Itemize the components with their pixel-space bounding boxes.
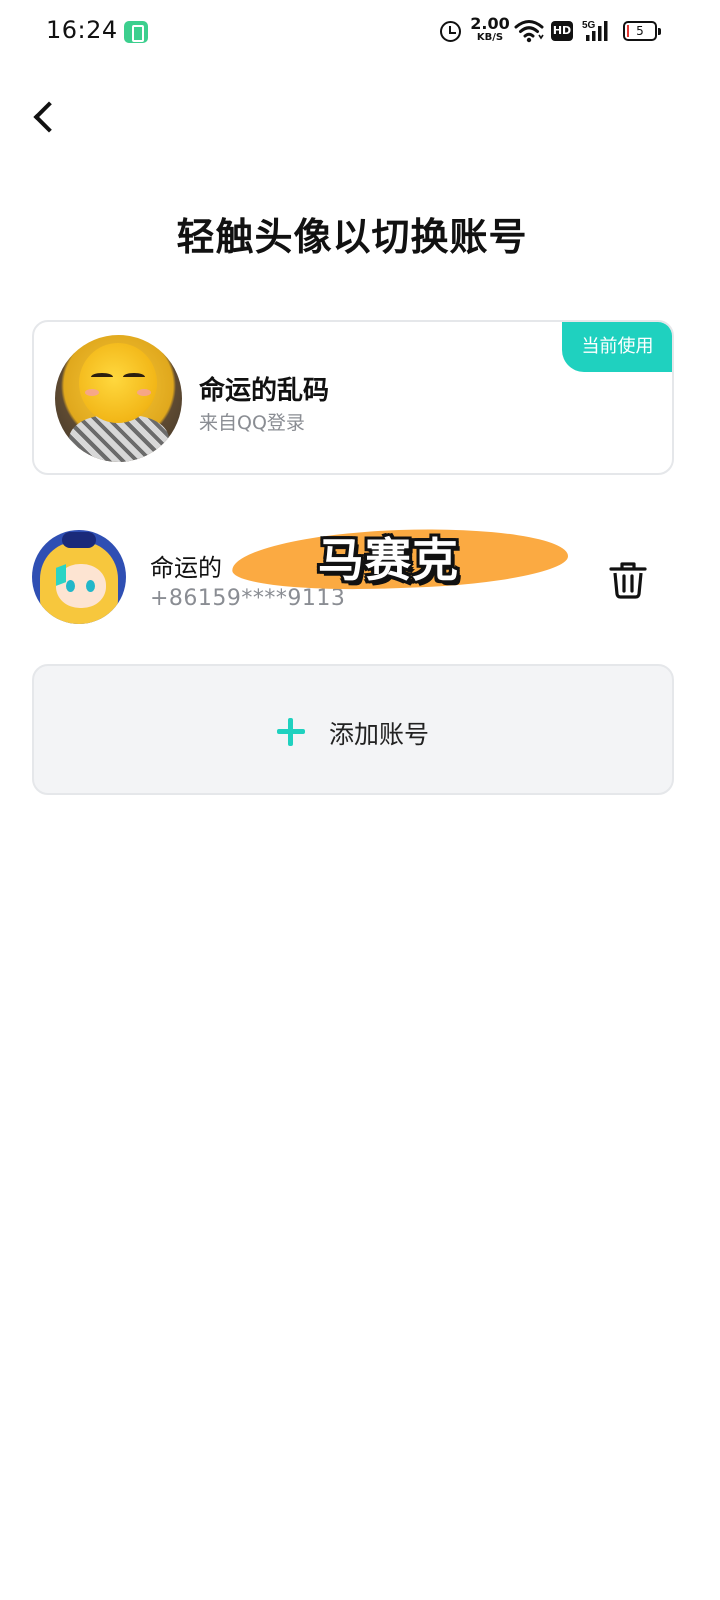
network-speed: 2.00 KB/S bbox=[470, 16, 510, 43]
wifi-icon bbox=[514, 20, 544, 43]
add-account-button[interactable]: 添加账号 bbox=[32, 664, 674, 795]
login-source: 来自QQ登录 bbox=[199, 412, 305, 434]
status-icons: 2.00 KB/S HD 5G 5 bbox=[420, 0, 720, 64]
avatar[interactable] bbox=[55, 335, 182, 462]
avatar[interactable] bbox=[32, 530, 126, 624]
alarm-icon bbox=[440, 21, 461, 42]
add-account-label: 添加账号 bbox=[329, 720, 430, 749]
mosaic-censor-overlay: 马赛克 bbox=[231, 524, 569, 594]
network-speed-value: 2.00 bbox=[470, 14, 510, 33]
current-account-card[interactable]: 命运的乱码 来自QQ登录 当前使用 bbox=[32, 320, 674, 475]
battery-level: 5 bbox=[636, 24, 644, 38]
censor-label: 马赛克 bbox=[318, 533, 459, 587]
plus-icon bbox=[277, 718, 305, 746]
status-bar: 16:24 2.00 KB/S HD 5G 5 bbox=[0, 0, 720, 64]
network-type-label: 5G bbox=[582, 20, 596, 31]
battery-icon: 5 bbox=[623, 21, 661, 41]
trash-icon bbox=[609, 562, 647, 599]
avatar-face bbox=[79, 343, 157, 423]
page-title: 轻触头像以切换账号 bbox=[176, 215, 528, 259]
account-name: 命运的乱码 bbox=[199, 376, 330, 406]
account-name: 命运的 bbox=[150, 554, 222, 582]
status-time: 16:24 bbox=[46, 16, 118, 44]
current-in-use-badge: 当前使用 bbox=[562, 322, 672, 372]
signal-icon: 5G bbox=[582, 20, 608, 41]
account-row[interactable]: 命运的 +86159****9113 马赛克 bbox=[32, 524, 674, 626]
back-button[interactable] bbox=[26, 96, 62, 140]
hd-icon: HD bbox=[551, 21, 573, 41]
network-speed-unit: KB/S bbox=[476, 32, 504, 43]
delete-account-button[interactable] bbox=[606, 558, 650, 602]
battery-saver-icon bbox=[124, 21, 148, 43]
